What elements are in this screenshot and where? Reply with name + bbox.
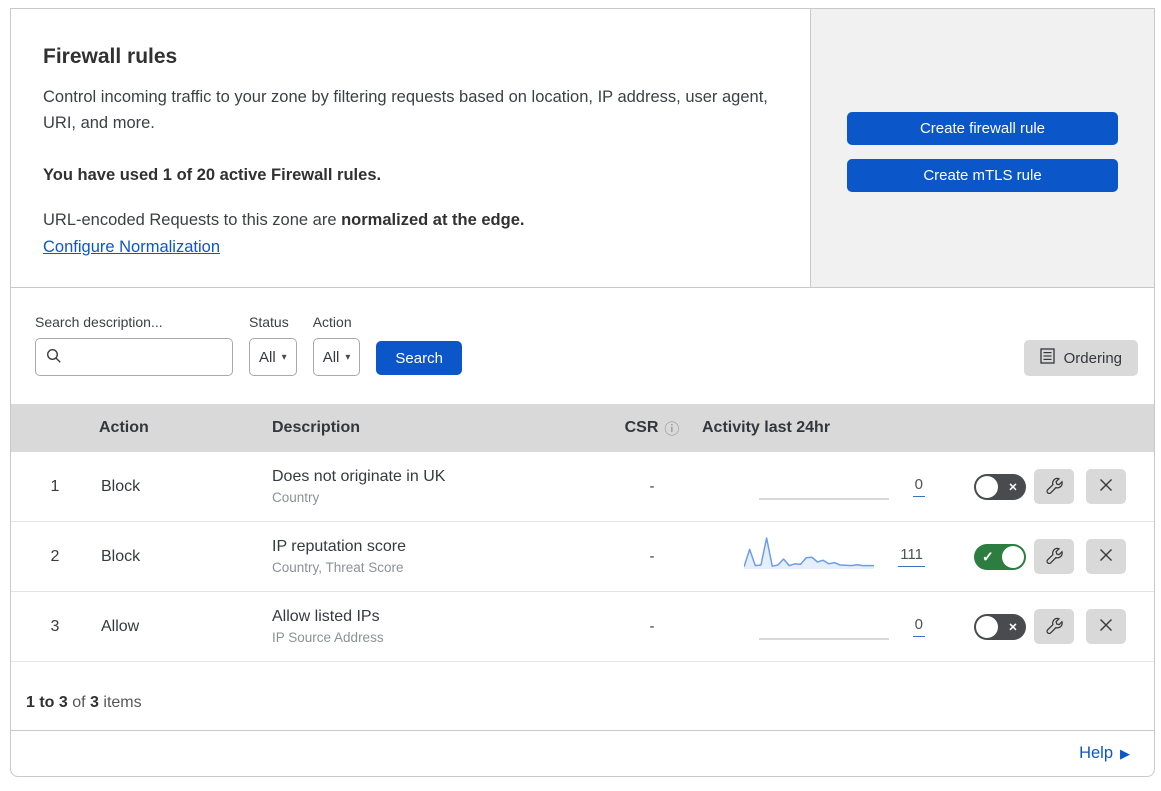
activity-count-link[interactable]: 0 [912, 616, 925, 638]
firewall-rules-card: Firewall rules Control incoming traffic … [10, 8, 1155, 778]
search-label: Search description... [35, 314, 163, 331]
wrench-icon [1045, 477, 1063, 497]
check-icon: ✓ [982, 548, 994, 565]
chevron-down-icon: ▾ [345, 351, 351, 363]
header-section: Firewall rules Control incoming traffic … [11, 9, 1154, 288]
activity-sparkline [758, 465, 889, 508]
x-icon: × [1008, 478, 1017, 495]
x-icon: × [1008, 618, 1017, 635]
rule-action: Allow [101, 617, 140, 635]
pagination-summary: 1 to 3 of 3 items [26, 694, 142, 712]
rule-priority: 2 [50, 547, 60, 565]
column-header-activity: Activity last 24hr [702, 419, 831, 437]
edit-rule-button[interactable] [1034, 469, 1074, 505]
rule-activity: 0 [702, 465, 927, 508]
search-box [35, 338, 233, 377]
rule-priority: 1 [50, 477, 60, 495]
search-input[interactable] [35, 338, 233, 377]
column-header-csr: CSR ⓘ [624, 418, 680, 439]
column-header-description: Description [272, 419, 361, 437]
rule-match-fields: Country [272, 490, 320, 506]
list-document-icon [1039, 348, 1055, 368]
rule-match-fields: IP Source Address [272, 630, 384, 646]
rule-description: IP reputation score Country, Threat Scor… [272, 538, 602, 575]
table-row: 2 Block IP reputation score Country, Thr… [11, 522, 1154, 593]
status-filter-group: Status All ▾ [249, 314, 297, 377]
rule-activity: 111 [702, 535, 927, 578]
rule-action: Block [101, 477, 141, 495]
firewall-rules-page: Firewall rules Control incoming traffic … [10, 8, 1155, 778]
rule-csr: - [649, 478, 655, 496]
search-icon [46, 348, 62, 369]
wrench-icon [1045, 617, 1063, 637]
status-dropdown[interactable]: All ▾ [249, 338, 297, 377]
rule-priority: 3 [50, 617, 60, 635]
action-dropdown[interactable]: All ▾ [312, 338, 361, 377]
table-header: Action Description CSR ⓘ Activity last 2… [11, 404, 1154, 453]
delete-rule-button[interactable] [1086, 609, 1126, 645]
header-text-block: Firewall rules Control incoming traffic … [11, 9, 810, 288]
search-button[interactable]: Search [376, 341, 462, 376]
close-icon [1099, 618, 1113, 635]
help-link[interactable]: Help ▶ [1079, 744, 1130, 763]
page-title: Firewall rules [43, 45, 178, 68]
toggle-knob [976, 615, 998, 638]
rule-enabled-toggle[interactable]: ✓ × [974, 543, 1026, 570]
rule-enabled-toggle[interactable]: ✓ × [974, 613, 1026, 640]
create-firewall-rule-button[interactable]: Create firewall rule [847, 112, 1118, 145]
arrow-right-icon: ▶ [1120, 745, 1130, 761]
actions-panel: Create firewall rule Create mTLS rule [810, 9, 1154, 288]
close-icon [1099, 478, 1113, 495]
search-group: Search description... [35, 314, 233, 377]
activity-count-link[interactable]: 0 [912, 476, 925, 498]
delete-rule-button[interactable] [1086, 469, 1126, 505]
action-filter-group: Action All ▾ [312, 314, 361, 377]
rule-description: Does not originate in UK Country [272, 468, 602, 505]
chevron-down-icon: ▾ [281, 351, 287, 363]
filter-bar: Search description... Status All ▾ Actio… [11, 287, 1154, 404]
rule-csr: - [649, 548, 655, 566]
status-label: Status [249, 314, 289, 331]
normalization-note: URL-encoded Requests to this zone are no… [43, 211, 525, 230]
rule-csr: - [649, 618, 655, 636]
activity-count-link[interactable]: 111 [898, 546, 925, 568]
rule-activity: 0 [702, 605, 927, 648]
rule-enabled-toggle[interactable]: ✓ × [974, 473, 1026, 500]
wrench-icon [1045, 547, 1063, 567]
help-bar: Help ▶ [11, 730, 1154, 776]
activity-sparkline [758, 605, 889, 648]
edit-rule-button[interactable] [1034, 609, 1074, 645]
create-mtls-rule-button[interactable]: Create mTLS rule [847, 159, 1118, 192]
ordering-button[interactable]: Ordering [1023, 340, 1138, 377]
page-description: Control incoming traffic to your zone by… [43, 88, 768, 132]
action-label: Action [312, 314, 352, 331]
delete-rule-button[interactable] [1086, 539, 1126, 575]
edit-rule-button[interactable] [1034, 539, 1074, 575]
configure-normalization-link[interactable]: Configure Normalization [43, 238, 220, 257]
info-icon[interactable]: ⓘ [664, 418, 679, 439]
table-row: 3 Allow Allow listed IPs IP Source Addre… [11, 592, 1154, 663]
toggle-knob [976, 475, 998, 498]
rule-description: Allow listed IPs IP Source Address [272, 608, 602, 645]
rule-match-fields: Country, Threat Score [272, 560, 404, 576]
column-header-action: Action [99, 419, 149, 437]
close-icon [1099, 548, 1113, 565]
activity-sparkline [743, 535, 875, 578]
rule-action: Block [101, 547, 141, 565]
usage-note: You have used 1 of 20 active Firewall ru… [43, 166, 382, 185]
toggle-knob [1002, 545, 1024, 568]
table-row: 1 Block Does not originate in UK Country… [11, 452, 1154, 523]
